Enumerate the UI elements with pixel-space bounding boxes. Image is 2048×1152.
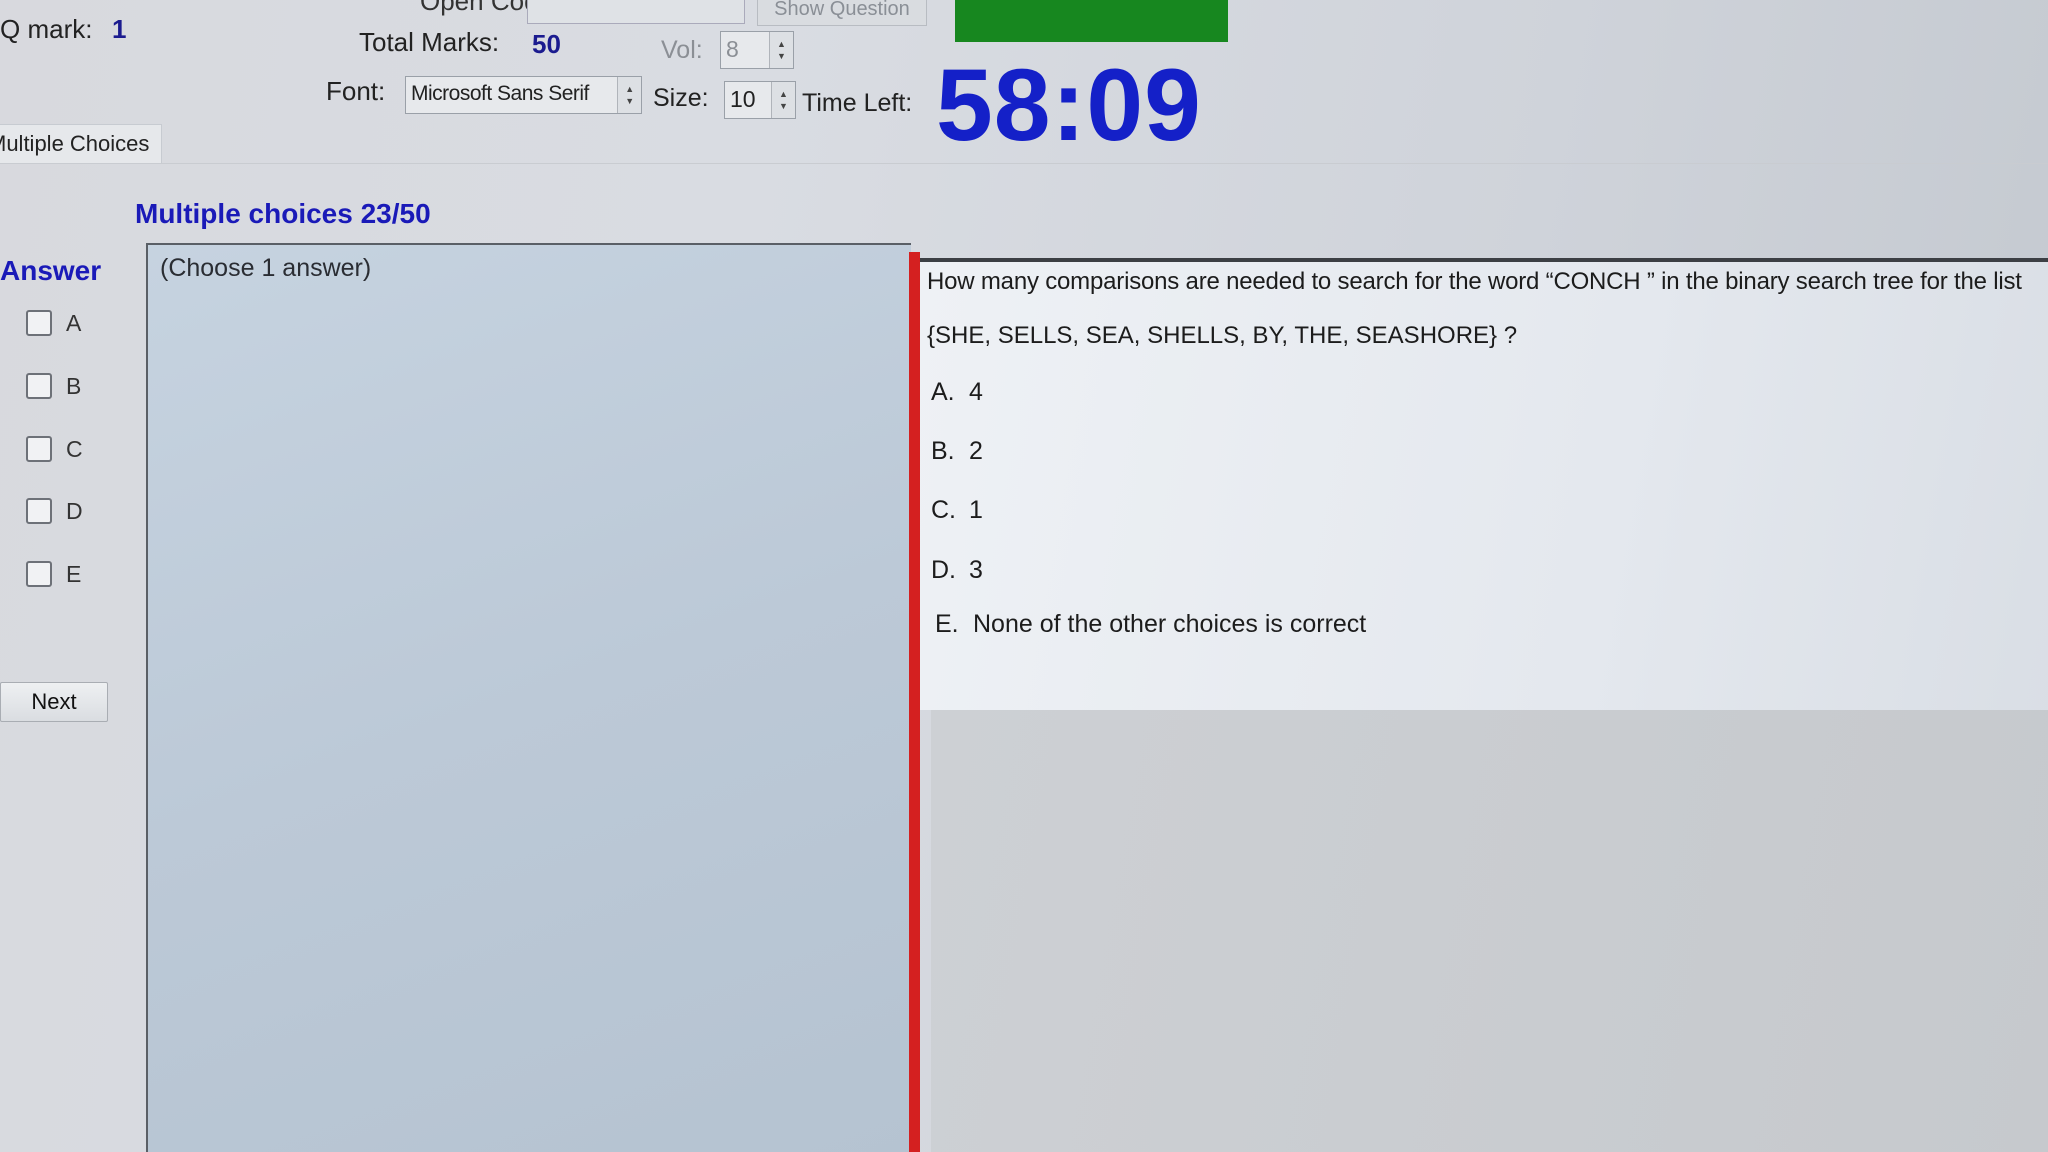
- choice-d: D. 3: [931, 556, 983, 585]
- choice-a: A. 4: [931, 378, 983, 407]
- open-code-input[interactable]: [527, 0, 745, 24]
- status-indicator: [955, 0, 1228, 42]
- checkbox[interactable]: [26, 436, 52, 462]
- choice-letter: E.: [935, 610, 959, 638]
- choice-text: 1: [969, 496, 983, 524]
- question-text-line1: How many comparisons are needed to searc…: [927, 268, 2022, 295]
- answer-work-area[interactable]: [146, 243, 911, 1152]
- choice-letter: C.: [931, 496, 956, 524]
- choice-letter: A.: [931, 378, 955, 406]
- total-marks-value: 50: [532, 29, 561, 59]
- answer-option-d[interactable]: D: [26, 495, 83, 527]
- font-selector[interactable]: Microsoft Sans Serif ▲ ▼: [405, 76, 642, 114]
- tab-multiple-choices[interactable]: Multiple Choices: [0, 124, 162, 164]
- font-value: Microsoft Sans Serif: [411, 82, 589, 105]
- choice-letter: B.: [931, 437, 955, 465]
- work-area-hint: (Choose 1 answer): [160, 254, 372, 282]
- choice-letter: D.: [931, 556, 956, 584]
- choice-text: 3: [969, 556, 983, 584]
- choice-c: C. 1: [931, 496, 983, 525]
- answer-option-c[interactable]: C: [26, 433, 83, 465]
- checkbox[interactable]: [26, 498, 52, 524]
- checkbox[interactable]: [26, 310, 52, 336]
- option-letter: A: [66, 309, 82, 336]
- volume-value: 8: [726, 36, 739, 62]
- volume-label: Vol:: [661, 36, 703, 64]
- choice-b: B. 2: [931, 437, 983, 466]
- font-label: Font:: [326, 76, 386, 106]
- total-marks-label: Total Marks:: [359, 27, 500, 57]
- option-letter: D: [66, 497, 83, 524]
- spinner-arrows-icon[interactable]: ▲ ▼: [769, 32, 793, 68]
- option-letter: E: [66, 560, 82, 587]
- answer-title: Answer: [0, 255, 102, 286]
- answer-option-a[interactable]: A: [26, 307, 81, 339]
- section-title: Multiple choices 23/50: [135, 198, 431, 229]
- checkbox[interactable]: [26, 373, 52, 399]
- time-left-label: Time Left:: [802, 89, 913, 117]
- spinner-arrows-icon[interactable]: ▲ ▼: [771, 82, 795, 118]
- choice-text: 4: [969, 378, 983, 406]
- question-text-line2: {SHE, SELLS, SEA, SHELLS, BY, THE, SEASH…: [927, 322, 1518, 349]
- next-button[interactable]: Next: [0, 682, 108, 722]
- tab-label: Multiple Choices: [0, 131, 150, 156]
- checkbox[interactable]: [26, 561, 52, 587]
- tab-divider: [0, 163, 2048, 164]
- volume-spinner[interactable]: 8 ▲ ▼: [720, 31, 794, 69]
- answer-option-e[interactable]: E: [26, 558, 81, 590]
- size-label: Size:: [653, 84, 709, 112]
- choice-text: None of the other choices is correct: [973, 610, 1367, 638]
- q-mark-label: Q mark:: [0, 14, 93, 44]
- size-value: 10: [730, 86, 756, 112]
- countdown-timer: 58:09: [936, 48, 1202, 162]
- option-letter: B: [66, 372, 82, 399]
- option-letter: C: [66, 435, 83, 462]
- size-spinner[interactable]: 10 ▲ ▼: [724, 81, 796, 119]
- choice-e: E. None of the other choices is correct: [935, 610, 1366, 639]
- choice-text: 2: [969, 437, 983, 465]
- q-mark-value: 1: [112, 14, 127, 44]
- exam-window: Q mark: 1 Open Code: Show Question Total…: [0, 0, 2048, 1152]
- spinner-arrows-icon[interactable]: ▲ ▼: [617, 77, 641, 113]
- question-pane-empty: [931, 710, 2048, 1152]
- pane-divider[interactable]: [909, 252, 920, 1152]
- show-question-button[interactable]: Show Question: [757, 0, 927, 26]
- answer-option-b[interactable]: B: [26, 370, 81, 402]
